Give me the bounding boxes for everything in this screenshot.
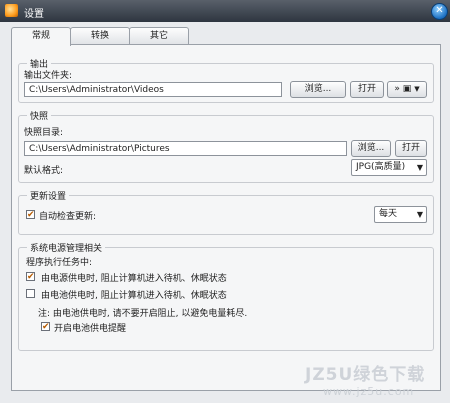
update-group-title: 更新设置 <box>27 189 70 202</box>
settings-panel: 输出 输出文件夹: C:\Users\Administrator\Videos … <box>11 44 441 391</box>
ac-power-label: 由电源供电时, 阻止计算机进入待机、休眠状态 <box>41 274 227 284</box>
snapshot-open-button[interactable]: 打开 <box>395 140 427 157</box>
watermark: JZ5U绿色下载 www.jz5u.com <box>305 360 445 400</box>
chevron-down-icon: ▼ <box>416 163 423 172</box>
battery-remind-label: 开启电池供电提醒 <box>54 324 127 334</box>
battery-power-checkbox[interactable] <box>26 289 35 298</box>
power-group-title: 系统电源管理相关 <box>27 241 106 254</box>
chevron-down-icon: ▼ <box>416 210 423 219</box>
update-frequency-value: 每天 <box>379 209 398 219</box>
check-icon: ✔ <box>27 210 35 220</box>
snapshot-format-value: JPG(高质量) <box>356 162 406 172</box>
power-intro-label: 程序执行任务中: <box>26 258 93 268</box>
tab-general[interactable]: 常规 <box>11 27 71 46</box>
auto-check-label: 自动检查更新: <box>39 212 97 222</box>
close-button[interactable]: ✕ <box>431 3 448 20</box>
window-title: 设置 <box>24 9 44 20</box>
watermark-line2: www.jz5u.com <box>323 385 415 398</box>
tab-convert-label: 转换 <box>90 31 109 41</box>
snapshot-group-title: 快照 <box>27 109 52 122</box>
floppy-icon: ▣ <box>402 84 412 94</box>
ac-power-checkbox[interactable]: ✔ <box>26 272 35 282</box>
tab-other[interactable]: 其它 <box>129 27 189 45</box>
snapshot-format-select[interactable]: JPG(高质量) ▼ <box>351 159 427 176</box>
app-icon <box>5 4 18 17</box>
watermark-line1: JZ5U绿色下载 <box>305 365 426 385</box>
output-browse-button[interactable]: 浏览... <box>290 81 346 98</box>
output-open-button[interactable]: 打开 <box>350 81 384 98</box>
battery-power-label: 由电池供电时, 阻止计算机进入待机、休眠状态 <box>41 291 227 301</box>
auto-check-checkbox[interactable]: ✔ <box>26 210 35 220</box>
title-bar: 设置 ✕ <box>0 0 450 22</box>
battery-remind-checkbox[interactable]: ✔ <box>41 322 50 332</box>
output-device-dropdown[interactable]: » ▣ ▼ <box>387 81 427 98</box>
chevron-down-icon: ▼ <box>414 85 420 93</box>
tab-general-label: 常规 <box>31 31 50 41</box>
device-arrow-label: » <box>394 84 400 94</box>
snapshot-dir-field[interactable]: C:\Users\Administrator\Pictures <box>24 141 347 156</box>
check-icon: ✔ <box>27 272 35 282</box>
check-icon: ✔ <box>42 322 50 332</box>
settings-window: 设置 ✕ 常规 转换 其它 输出 输出文件夹: C:\Users\Adminis… <box>0 0 450 403</box>
output-folder-label: 输出文件夹: <box>24 71 73 81</box>
output-folder-field[interactable]: C:\Users\Administrator\Videos <box>24 82 282 97</box>
snapshot-browse-button[interactable]: 浏览... <box>351 140 391 157</box>
close-icon: ✕ <box>435 5 444 16</box>
tab-other-label: 其它 <box>149 31 168 41</box>
snapshot-dir-label: 快照目录: <box>24 128 64 138</box>
tab-convert[interactable]: 转换 <box>70 27 130 45</box>
snapshot-format-label: 默认格式: <box>24 166 64 176</box>
power-note: 注: 由电池供电时, 请不要开启阻止, 以避免电量耗尽. <box>38 309 248 319</box>
update-frequency-select[interactable]: 每天 ▼ <box>374 206 427 223</box>
